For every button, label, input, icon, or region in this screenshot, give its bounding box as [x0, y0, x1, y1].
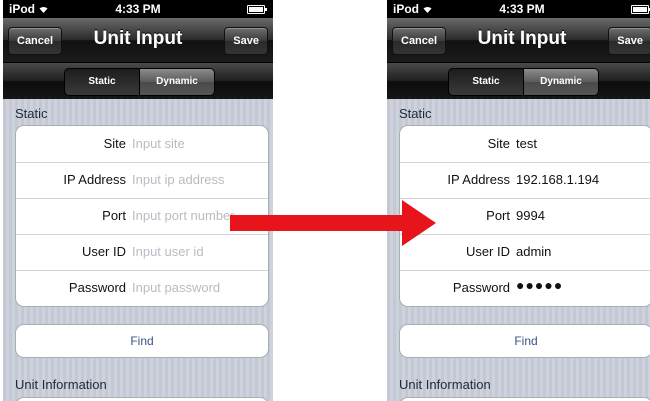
section-header-unit-information: Unit Information: [15, 377, 107, 392]
segment-static[interactable]: Static: [448, 68, 524, 96]
save-button[interactable]: Save: [224, 27, 268, 55]
ip-address-row[interactable]: IP Address Input ip address: [16, 162, 268, 199]
segment-static[interactable]: Static: [64, 68, 140, 96]
user-id-label: User ID: [465, 244, 510, 259]
user-id-input[interactable]: Input user id: [132, 244, 204, 259]
segment-dynamic[interactable]: Dynamic: [523, 68, 599, 96]
site-row[interactable]: Site Input site: [16, 126, 268, 163]
nav-bar: Cancel Unit Input Save: [3, 18, 273, 63]
password-label: Password: [68, 280, 126, 295]
port-input[interactable]: 9994: [516, 208, 545, 223]
status-time: 4:33 PM: [115, 2, 161, 16]
site-input[interactable]: Input site: [132, 136, 185, 151]
red-arrow-icon: [230, 200, 436, 246]
status-time: 4:33 PM: [499, 2, 545, 16]
section-header-unit-information: Unit Information: [399, 377, 491, 392]
segment-bar: Static Dynamic: [387, 63, 650, 99]
password-label: Password: [452, 280, 510, 295]
port-label: Port: [102, 208, 126, 223]
port-label: Port: [486, 208, 510, 223]
segment-bar: Static Dynamic: [3, 63, 273, 99]
ip-address-row[interactable]: IP Address 192.168.1.194: [400, 162, 650, 199]
section-header-static: Static: [15, 106, 48, 121]
user-id-input[interactable]: admin: [516, 244, 551, 259]
battery-icon: [631, 5, 650, 14]
site-row[interactable]: Site test: [400, 126, 650, 163]
port-input[interactable]: Input port number: [132, 208, 235, 223]
nav-bar: Cancel Unit Input Save: [387, 18, 650, 63]
section-header-static: Static: [399, 106, 432, 121]
save-button[interactable]: Save: [608, 27, 650, 55]
password-input[interactable]: ●●●●●: [516, 277, 563, 293]
password-input[interactable]: Input password: [132, 280, 220, 295]
find-button[interactable]: Find: [15, 324, 269, 358]
status-bar: iPod 4:33 PM: [387, 0, 650, 18]
unit-information-group: [399, 397, 650, 401]
password-row[interactable]: Password Input password: [16, 270, 268, 306]
ip-address-input[interactable]: 192.168.1.194: [516, 172, 599, 187]
unit-information-group: [15, 397, 269, 401]
user-id-label: User ID: [81, 244, 126, 259]
find-button[interactable]: Find: [399, 324, 650, 358]
ip-address-label: IP Address: [447, 172, 510, 187]
battery-icon: [247, 5, 267, 14]
ip-address-label: IP Address: [63, 172, 126, 187]
ip-address-input[interactable]: Input ip address: [132, 172, 225, 187]
status-bar: iPod 4:33 PM: [3, 0, 273, 18]
site-label: Site: [103, 136, 126, 151]
password-row[interactable]: Password ●●●●●: [400, 270, 650, 306]
site-input[interactable]: test: [516, 136, 537, 151]
segment-dynamic[interactable]: Dynamic: [139, 68, 215, 96]
site-label: Site: [487, 136, 510, 151]
